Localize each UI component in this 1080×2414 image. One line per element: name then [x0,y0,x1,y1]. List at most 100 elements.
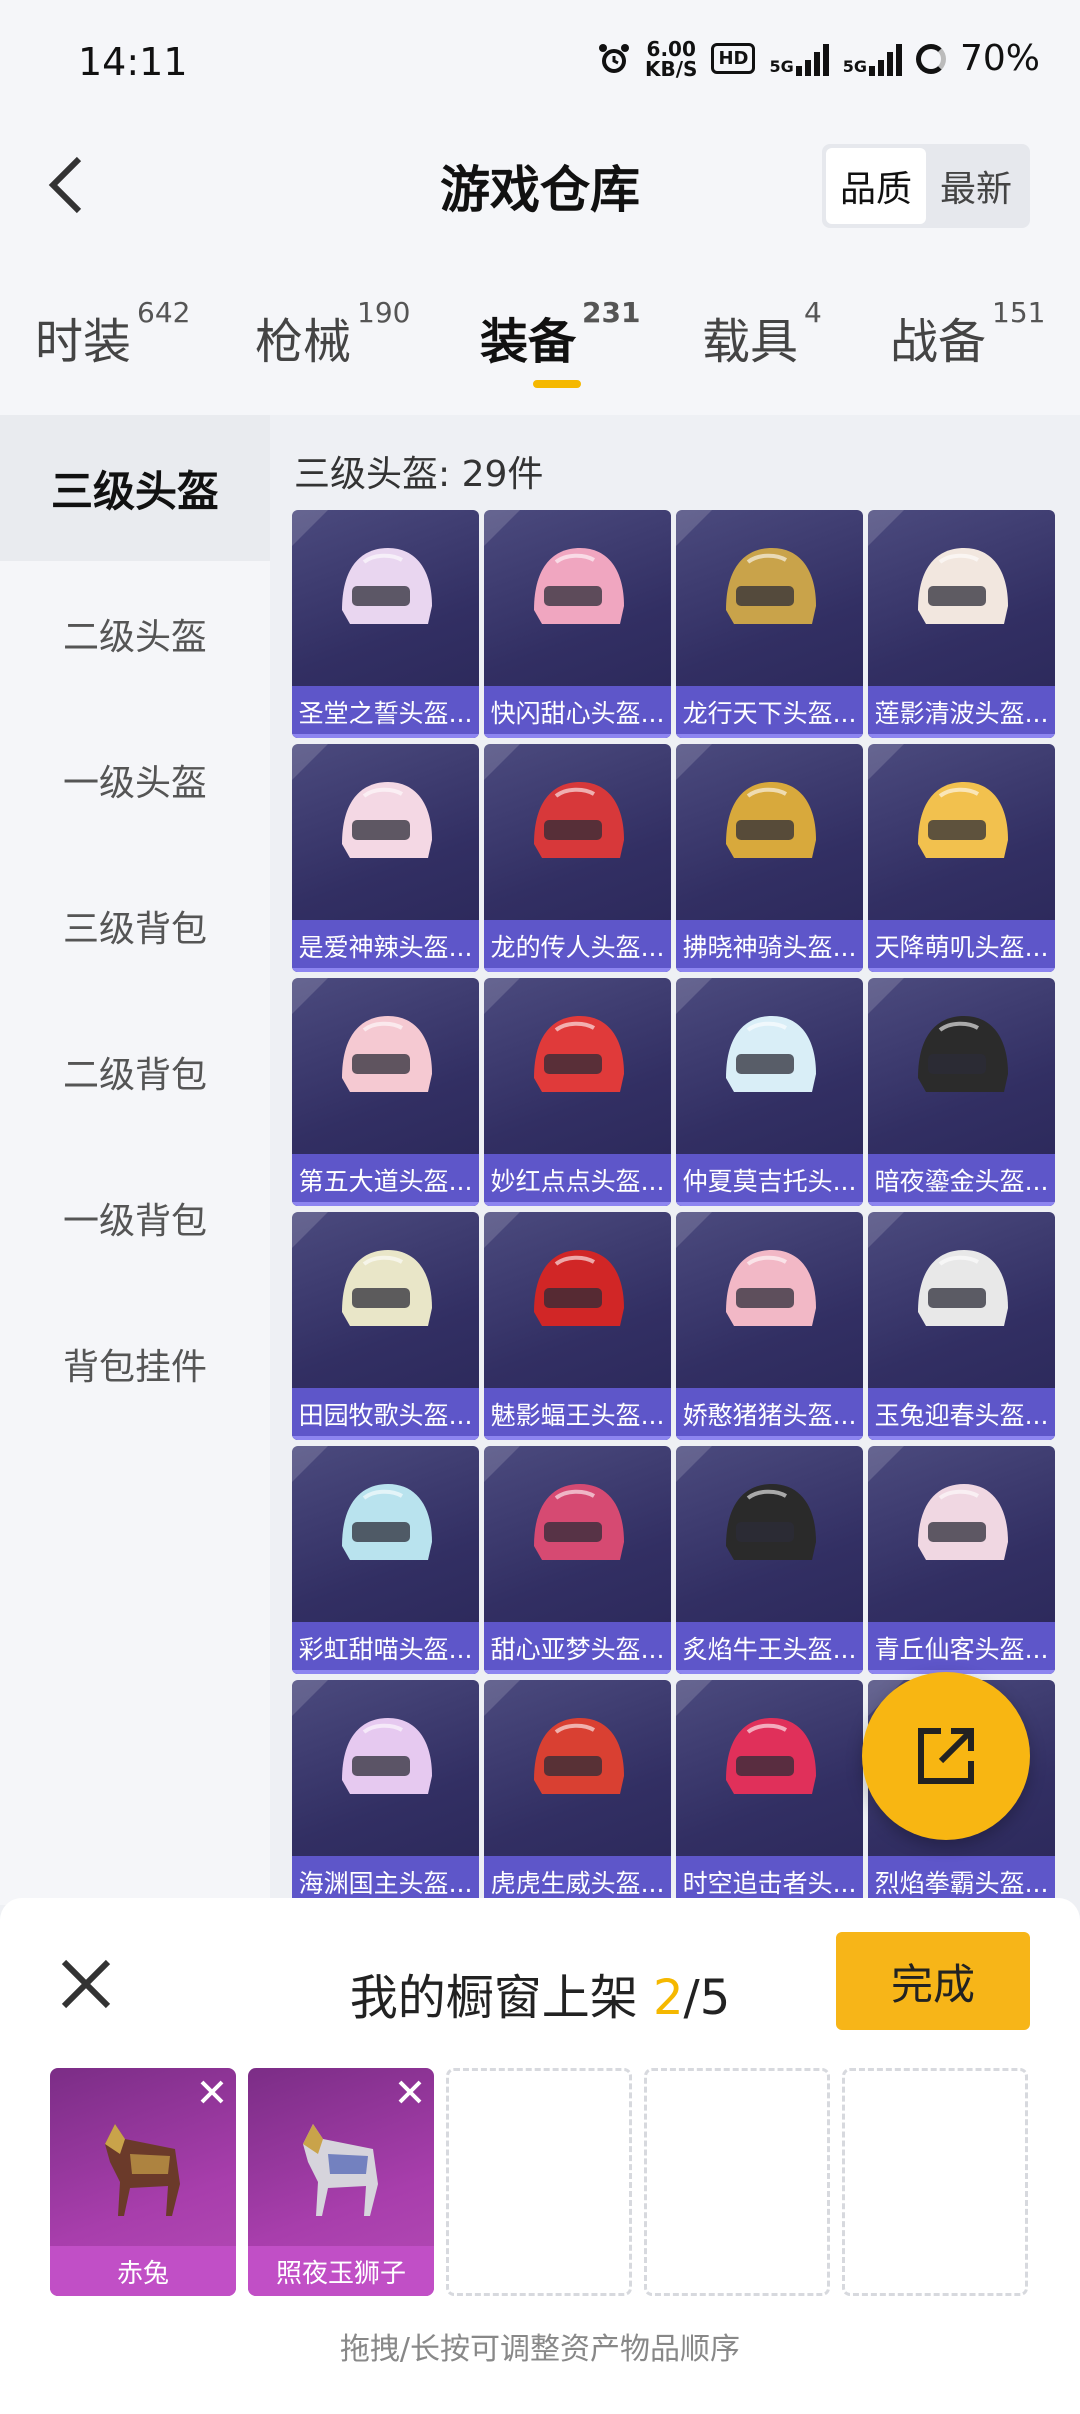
card-rarity-bar [484,968,671,972]
status-icons: 6.00 KB/S HD 5G 5G 70% [597,38,1040,79]
sidebar-item-level1-backpack[interactable]: 一级背包 [0,1145,270,1291]
empty-slot[interactable] [842,2068,1028,2296]
sidebar-item-backpack-charm[interactable]: 背包挂件 [0,1291,270,1437]
card-rarity-bar [484,1202,671,1206]
card-rarity-bar [868,968,1055,972]
card-corner [868,978,904,1014]
helmet-card[interactable]: 天降萌叽头盔... [868,744,1055,972]
helmet-name: 妙红点点头盔... [484,1154,671,1206]
helmet-name: 青丘仙客头盔... [868,1622,1055,1674]
helmet-icon [918,1250,1008,1326]
helmet-card[interactable]: 第五大道头盔... [292,978,479,1206]
card-rarity-bar [676,968,863,972]
share-button[interactable] [862,1672,1030,1840]
alarm-icon [598,43,629,73]
helmet-card[interactable]: 暗夜鎏金头盔... [868,978,1055,1206]
helmet-card[interactable]: 青丘仙客头盔... [868,1446,1055,1674]
tab-equipment[interactable]: 装备231 [480,296,640,372]
card-rarity-bar [292,1202,479,1206]
helmet-icon [342,1250,432,1326]
helmet-icon [918,1016,1008,1092]
helmet-card[interactable]: 彩虹甜喵头盔... [292,1446,479,1674]
helmet-name: 魅影蝠王头盔... [484,1388,671,1440]
helmet-card[interactable]: 田园牧歌头盔... [292,1212,479,1440]
card-rarity-bar [484,1670,671,1674]
card-corner [868,1446,904,1482]
helmet-icon [534,1016,624,1092]
card-corner [484,510,520,546]
card-rarity-bar [868,734,1055,738]
sidebar-item-level2-backpack[interactable]: 二级背包 [0,999,270,1145]
helmet-card[interactable]: 莲影清波头盔... [868,510,1055,738]
empty-slot[interactable] [446,2068,632,2296]
helmet-card[interactable]: 龙行天下头盔... [676,510,863,738]
card-corner [292,510,328,546]
card-corner [484,1212,520,1248]
helmet-card[interactable]: 龙的传人头盔... [484,744,671,972]
helmet-card[interactable]: 拂晓神骑头盔... [676,744,863,972]
remove-icon[interactable] [394,2076,426,2108]
card-corner [484,978,520,1014]
sort-toggle: 品质 最新 [821,144,1030,228]
helmet-card[interactable]: 娇憨猪猪头盔... [676,1212,863,1440]
helmet-card[interactable]: 海渊国主头盔... [292,1680,479,1908]
signal-5g-icon: 5G [769,42,829,76]
sidebar-item-level3-backpack[interactable]: 三级背包 [0,853,270,999]
card-corner [484,1680,520,1716]
helmet-card[interactable]: 是爱神辣头盔... [292,744,479,972]
network-speed: 6.00 KB/S [644,36,698,81]
card-rarity-bar [484,734,671,738]
active-tab-indicator [533,380,581,388]
helmet-icon [534,1718,624,1794]
tab-fashion[interactable]: 时装642 [35,296,190,372]
helmet-icon [342,1484,432,1560]
helmet-card[interactable]: 快闪甜心头盔... [484,510,671,738]
card-rarity-bar [676,1436,863,1440]
helmet-icon [342,1016,432,1092]
showcase-slot[interactable]: 赤兔 [50,2068,236,2296]
card-rarity-bar [292,734,479,738]
sort-latest-button[interactable]: 最新 [926,148,1026,224]
card-corner [292,1680,328,1716]
helmet-card[interactable]: 玉兔迎春头盔... [868,1212,1055,1440]
helmet-icon [726,1250,816,1326]
empty-slot[interactable] [644,2068,830,2296]
status-time: 14:11 [78,40,188,84]
header: 游戏仓库 品质 最新 [0,130,1080,240]
helmet-card[interactable]: 虎虎生威头盔... [484,1680,671,1908]
sidebar-item-level2-helmet[interactable]: 二级头盔 [0,561,270,707]
slot-label: 照夜玉狮子 [248,2246,434,2296]
tab-vehicles[interactable]: 载具4 [702,296,822,372]
helmet-name: 暗夜鎏金头盔... [868,1154,1055,1206]
helmet-name: 仲夏莫吉托头... [676,1154,863,1206]
card-corner [292,1212,328,1248]
helmet-card[interactable]: 仲夏莫吉托头... [676,978,863,1206]
helmet-name: 是爱神辣头盔... [292,920,479,972]
helmet-name: 龙的传人头盔... [484,920,671,972]
battery-percent: 70% [959,38,1040,79]
helmet-card[interactable]: 甜心亚梦头盔... [484,1446,671,1674]
card-rarity-bar [868,1436,1055,1440]
remove-icon[interactable] [196,2076,228,2108]
helmet-name: 圣堂之誓头盔... [292,686,479,738]
helmet-card[interactable]: 妙红点点头盔... [484,978,671,1206]
card-rarity-bar [676,734,863,738]
helmet-card[interactable]: 时空追击者头... [676,1680,863,1908]
sort-quality-button[interactable]: 品质 [825,148,926,224]
helmet-card[interactable]: 魅影蝠王头盔... [484,1212,671,1440]
card-rarity-bar [868,1202,1055,1206]
sidebar-item-level1-helmet[interactable]: 一级头盔 [0,707,270,853]
share-icon [918,1728,974,1784]
card-corner [676,1446,712,1482]
showcase-slot[interactable]: 照夜玉狮子 [248,2068,434,2296]
done-button[interactable]: 完成 [836,1932,1030,2030]
sidebar-item-level3-helmet[interactable]: 三级头盔 [0,415,270,561]
helmet-card[interactable]: 圣堂之誓头盔... [292,510,479,738]
tab-guns[interactable]: 枪械190 [255,296,410,372]
helmet-name: 炙焰牛王头盔... [676,1622,863,1674]
helmet-icon [918,782,1008,858]
tab-supplies[interactable]: 战备151 [890,296,1045,372]
card-rarity-bar [676,1202,863,1206]
card-corner [868,1212,904,1248]
helmet-card[interactable]: 炙焰牛王头盔... [676,1446,863,1674]
